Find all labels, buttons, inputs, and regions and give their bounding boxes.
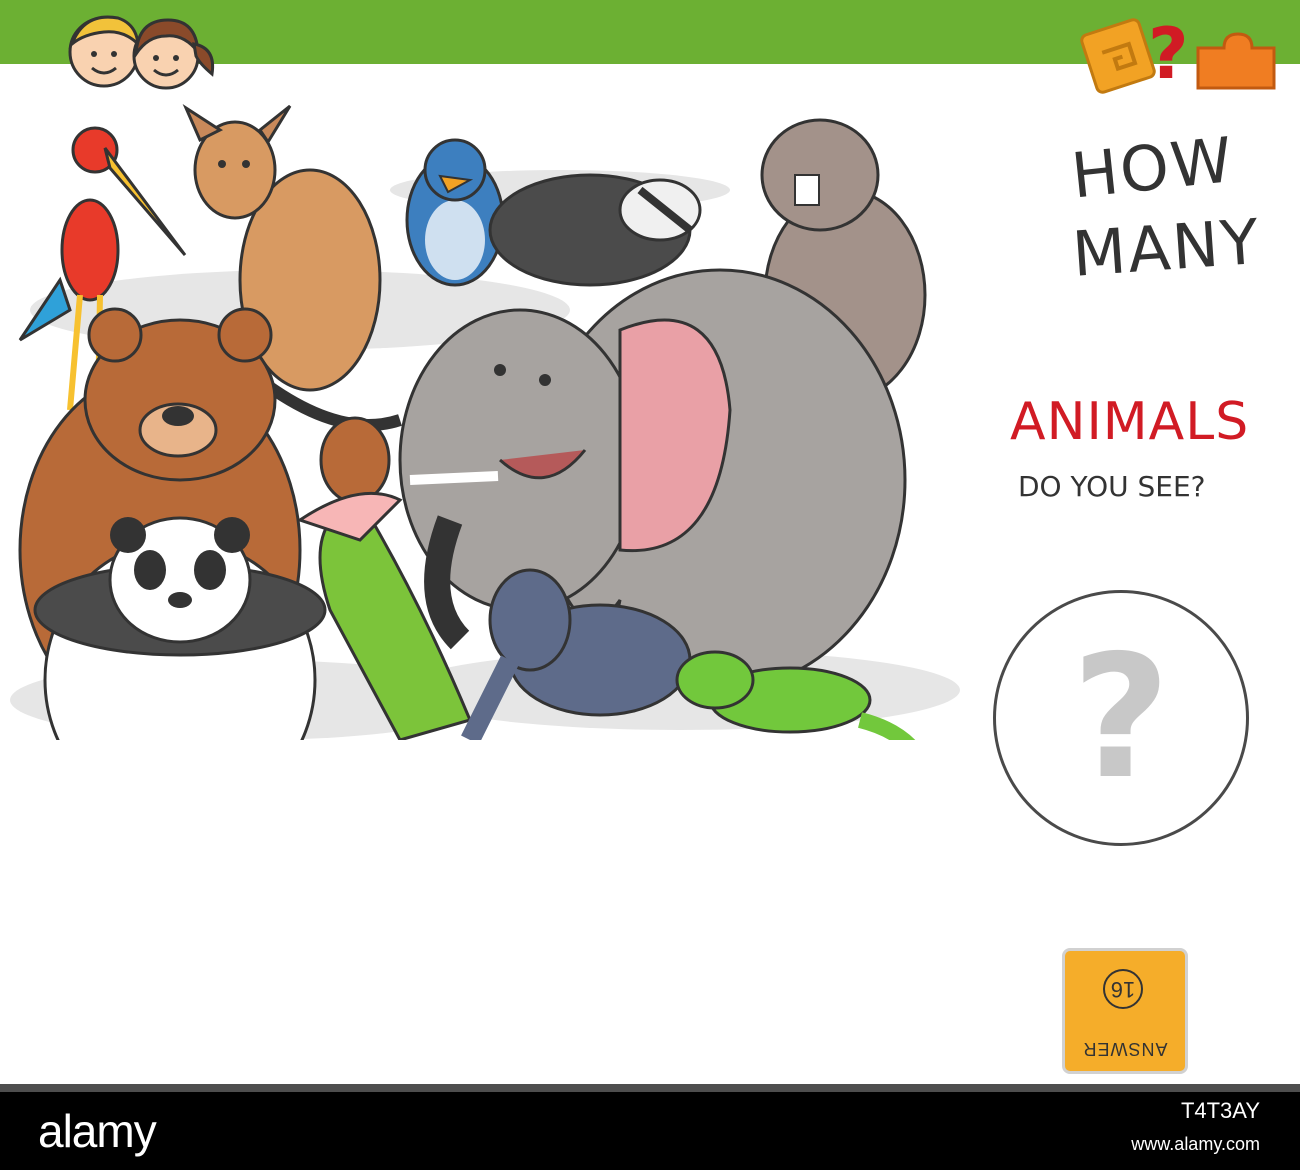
puzzle-question-icon: ? (1080, 13, 1276, 95)
answer-label: ANSWER (1082, 1039, 1168, 1059)
image-id: T4T3AY (1180, 1098, 1260, 1123)
footer-logo: alamy (38, 1105, 157, 1157)
title-many: MANY (1070, 204, 1263, 291)
badger-animal (488, 173, 702, 287)
title-how: HOW (1068, 122, 1238, 213)
answer-card-rotated: ANSWER 16 (1065, 951, 1185, 1071)
answer-card[interactable]: ANSWER 16 (1062, 948, 1188, 1074)
answer-circle[interactable]: ? (993, 590, 1249, 846)
subtitle-animals: ANIMALS (1010, 392, 1250, 452)
footer-bar: alamy T4T3AY www.alamy.com (0, 1092, 1300, 1170)
bottom-bar (0, 1084, 1300, 1092)
question-mark-icon: ? (1071, 619, 1171, 817)
question-text: DO YOU SEE? (1018, 470, 1206, 503)
footer-url: www.alamy.com (1131, 1134, 1260, 1154)
answer-value: 16 (1103, 969, 1143, 1009)
svg-text:?: ? (1148, 13, 1189, 95)
penguin-animal (405, 138, 505, 287)
animals-illustration (10, 104, 960, 740)
